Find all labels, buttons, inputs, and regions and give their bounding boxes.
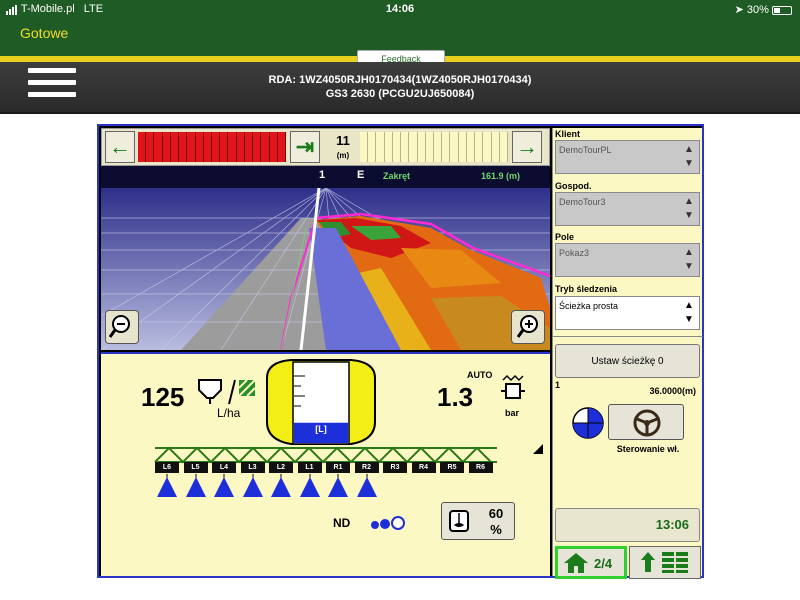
- agitator-icon: [449, 510, 469, 532]
- right-panel: Klient DemoTourPL ▲ ▼ Gospod. DemoTour3 ▲…: [552, 128, 703, 579]
- section-label-l4: L4: [212, 462, 236, 473]
- track-width: 36.0000(m): [649, 386, 696, 396]
- pressure-unit: bar: [505, 408, 520, 418]
- up-down-icon: ▲ ▼: [684, 144, 694, 169]
- heading-bar: 1 E Zakręt 161.9 (m): [101, 166, 550, 188]
- tracking-mode-value: Ścieżka prosta: [559, 301, 619, 311]
- track-number: 1: [319, 169, 326, 181]
- field-label: Pole: [555, 232, 575, 242]
- field-perspective-map: [101, 188, 550, 350]
- section-label-l5: L5: [183, 462, 208, 473]
- narrow-sections-icon[interactable]: ⇥: [290, 131, 320, 163]
- boom-corner-icon: [533, 444, 543, 454]
- nozzle-on-icon: [185, 474, 206, 497]
- section-label-l3: L3: [240, 462, 265, 473]
- farm-field[interactable]: DemoTour3 ▲ ▼: [555, 192, 700, 226]
- turn-distance: 161.9 (m): [481, 171, 521, 181]
- section-label-l1: L1: [297, 462, 322, 473]
- farm-label: Gospod.: [555, 181, 592, 191]
- application-rate-unit: L/ha: [217, 406, 241, 420]
- layout-manager-button[interactable]: [629, 546, 701, 579]
- done-button[interactable]: Gotowe: [20, 25, 68, 41]
- zoom-out-icon[interactable]: [105, 310, 139, 344]
- nozzle-on-icon: [214, 474, 234, 497]
- tank-icon: [266, 359, 376, 445]
- nozzle-on-icon: [299, 474, 320, 497]
- sprayer-panel: 125 L/ha 1634 [L] AUTO 1.3 bar L6 L5 L4 …: [101, 352, 550, 576]
- nozzle-on-icon: [157, 474, 177, 497]
- battery-group: ➤ 30%: [735, 3, 792, 16]
- compass-direction: E: [357, 169, 365, 181]
- agitation-button[interactable]: 60 %: [441, 502, 515, 540]
- track-index: 1: [555, 380, 561, 390]
- client-label: Klient: [555, 129, 581, 139]
- tracking-mode-label: Tryb śledzenia: [555, 284, 618, 294]
- layout-grid-icon: [641, 552, 688, 573]
- arrow-left-icon[interactable]: ←: [105, 131, 135, 163]
- home-icon: [564, 553, 588, 573]
- section-label-l6: L6: [155, 462, 179, 473]
- section-label-r6: R6: [468, 462, 493, 473]
- up-down-icon: ▲ ▼: [684, 196, 694, 221]
- section-label-r5: R5: [440, 462, 464, 473]
- section-labels: L6 L5 L4 L3 L2 L1 R1 R2 R3 R4 R5 R6: [155, 462, 495, 474]
- section-label-r3: R3: [383, 462, 407, 473]
- agitation-unit: %: [490, 522, 502, 537]
- divider: [553, 336, 703, 337]
- home-page-button[interactable]: 2/4: [555, 546, 627, 579]
- device-id: RDA: 1WZ4050RJH0170434(1WZ4050RJH0170434…: [268, 74, 532, 86]
- rate-icon: [198, 379, 256, 405]
- client-field[interactable]: DemoTourPL ▲ ▼: [555, 140, 700, 174]
- status-bar: T-Mobile.pl LTE 14:06 ➤ 30%: [0, 0, 800, 18]
- tracking-mode-field[interactable]: Ścieżka prosta ▲ ▼: [555, 296, 700, 330]
- pressure-mode: AUTO: [467, 370, 493, 380]
- field-map-view[interactable]: [101, 188, 550, 350]
- remote-display-header: RDA: 1WZ4050RJH0170434(1WZ4050RJH0170434…: [0, 62, 800, 114]
- nd-label: ND: [333, 516, 351, 530]
- section-label-r1: R1: [326, 462, 350, 473]
- clock-display: 13:06: [555, 508, 700, 542]
- section-width-unit: (m): [336, 151, 350, 160]
- pressure-gauge-icon: [501, 374, 525, 399]
- set-track-button[interactable]: Ustaw ścieżkę 0: [555, 344, 700, 378]
- section-width-value: 11: [336, 133, 350, 148]
- field-field[interactable]: Pokaz3 ▲ ▼: [555, 243, 700, 277]
- nozzle-on-icon: [271, 474, 291, 497]
- left-sections-active: [138, 132, 286, 162]
- battery-icon: [772, 5, 792, 15]
- zoom-in-icon[interactable]: [511, 310, 545, 344]
- tank-unit: [L]: [315, 424, 327, 434]
- section-label-l2: L2: [269, 462, 293, 473]
- farm-value: DemoTour3: [559, 197, 606, 207]
- pressure-value: 1.3: [437, 382, 474, 412]
- right-sections-inactive: [360, 132, 508, 162]
- nozzle-on-icon: [242, 474, 263, 497]
- steering-wheel-icon[interactable]: [608, 404, 684, 440]
- section-control-bar: ← ⇥ 11 (m) →: [101, 128, 550, 166]
- agitation-value: 60: [488, 506, 504, 521]
- nozzle-density-icon: [371, 516, 405, 530]
- gps-status-icon: [572, 407, 604, 439]
- status-time: 14:06: [385, 3, 415, 15]
- gs3-display: ← ⇥ 11 (m) → 1 E Zakręt 161.9 (m) 125 L/…: [97, 124, 704, 579]
- clock-time: 13:06: [655, 517, 689, 532]
- location-icon: ➤: [734, 4, 744, 16]
- steering-status-label: Sterowanie wł.: [616, 444, 680, 454]
- nozzle-on-icon: [328, 474, 348, 497]
- arrow-right-icon[interactable]: →: [512, 131, 542, 163]
- tank-volume: 1634: [306, 408, 336, 423]
- section-label-r4: R4: [411, 462, 436, 473]
- section-label-r2: R2: [354, 462, 379, 473]
- up-down-icon: ▲ ▼: [684, 300, 694, 325]
- turn-label: Zakręt: [383, 171, 411, 181]
- battery-percent: 30%: [746, 4, 769, 16]
- nozzle-on-icon: [356, 474, 377, 497]
- page-indicator: 2/4: [594, 556, 613, 571]
- up-down-icon: ▲ ▼: [684, 247, 694, 272]
- application-rate-value: 125: [141, 382, 185, 412]
- display-id: GS3 2630 (PCGU2UJ650084): [325, 88, 475, 100]
- field-value: Pokaz3: [559, 248, 590, 258]
- nozzle-indicators: [155, 474, 495, 500]
- client-value: DemoTourPL: [559, 145, 612, 155]
